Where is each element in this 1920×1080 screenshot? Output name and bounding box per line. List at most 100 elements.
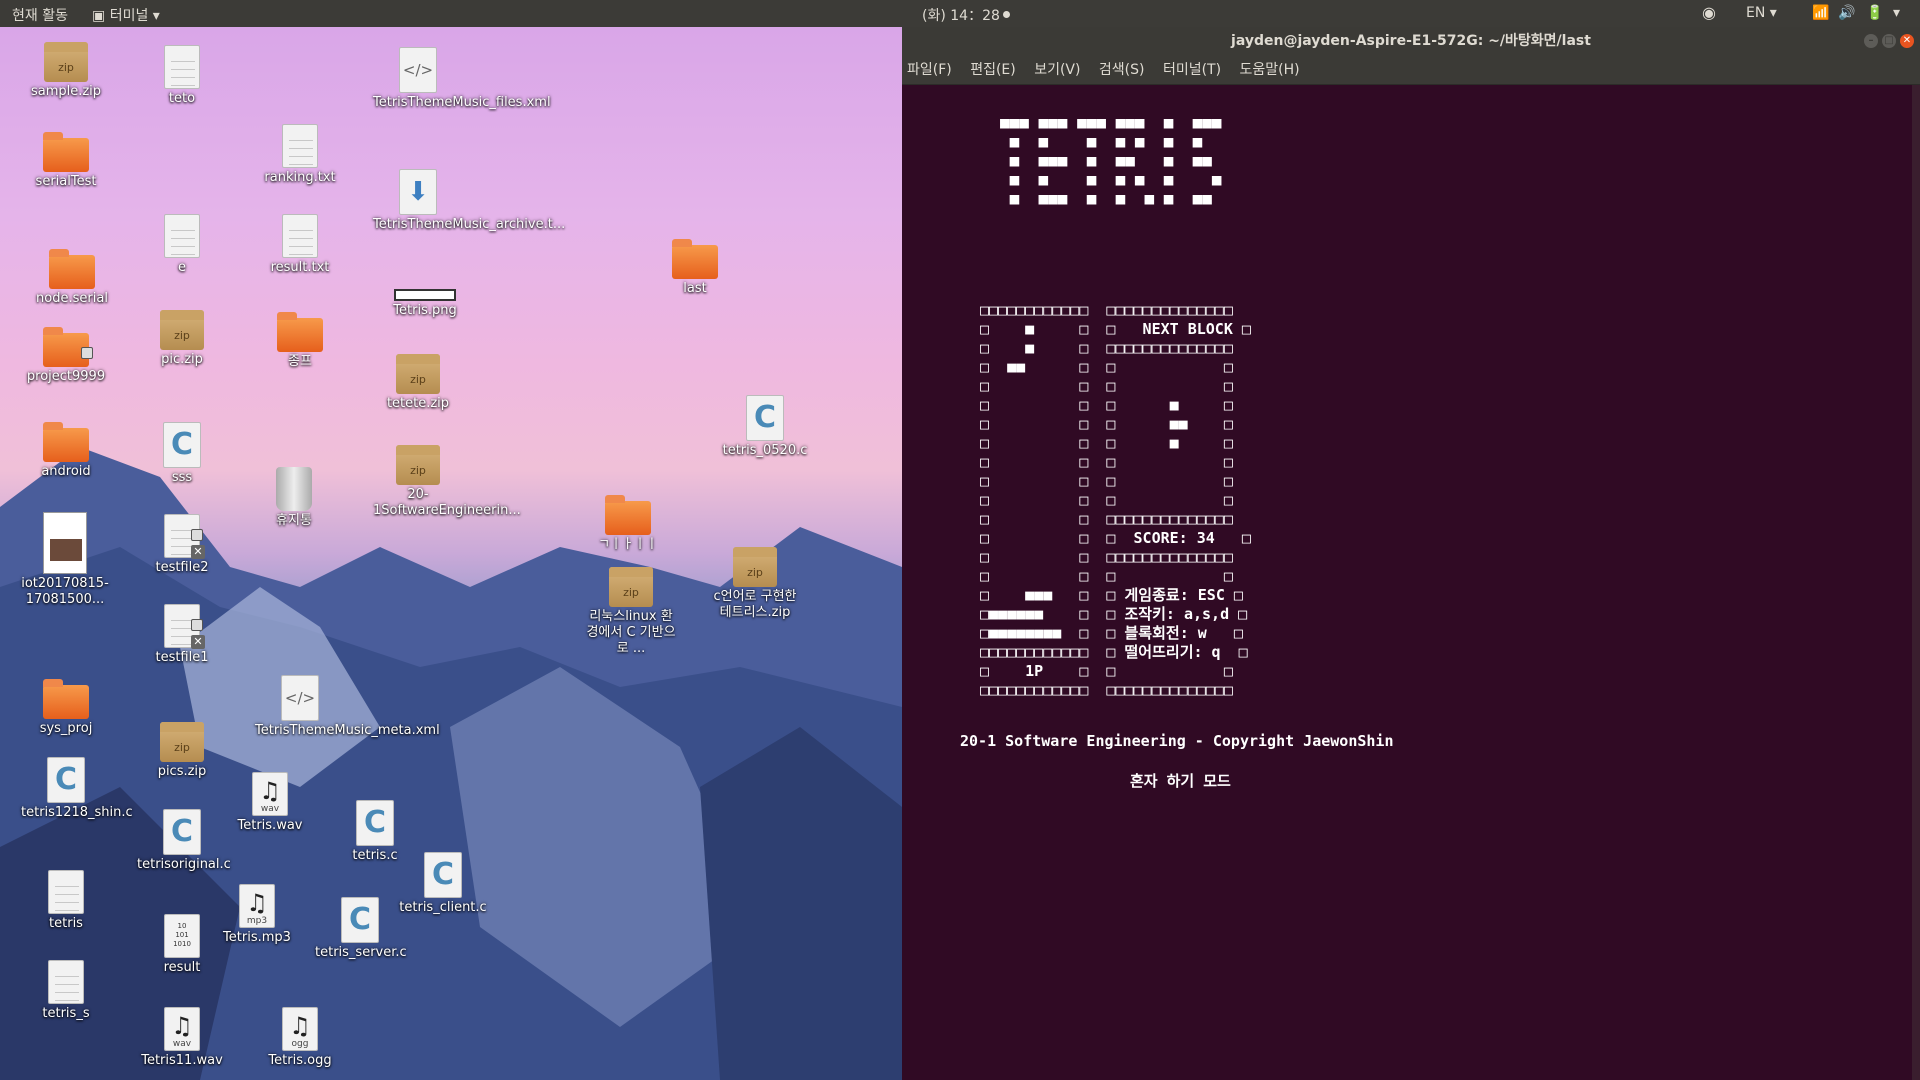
c-source-icon: C [356,800,394,846]
terminal-scrollbar[interactable] [1912,85,1920,1080]
desktop-icon-testfile1[interactable]: ✕ testfile1 [137,604,227,666]
zip-icon: zip [609,567,653,607]
desktop-icon-tetris-server-c[interactable]: Ctetris_server.c [315,897,407,961]
game-screen-row: □ □ □ ■■ □ [980,415,1233,433]
desktop-icon-serialtest[interactable]: serialTest [21,132,111,190]
menu-help[interactable]: 도움말(H) [1240,62,1300,78]
xml-file-icon: </> [281,675,319,721]
folder-icon [43,679,89,719]
folder-icon [605,495,651,535]
audio-file-icon: ♫ ogg [282,1007,318,1051]
c-source-icon: C [163,809,201,855]
desktop-icon-pic-zip[interactable]: zip pic.zip [137,310,227,368]
desktop-icon-teto[interactable]: teto [137,45,227,107]
locked-file-icon: ✕ [164,604,205,649]
desktop-icon-tetris1218-shin-c[interactable]: Ctetris1218_shin.c [21,757,133,821]
desktop-icon-tetris-theme-files-xml[interactable]: </> TetrisThemeMusic_files.xml [373,47,551,111]
desktop-icon-tetris[interactable]: tetris [21,870,111,932]
desktop-icon-node-serial[interactable]: node.serial [27,249,117,307]
close-button[interactable]: ✕ [1900,34,1914,48]
system-menu-chevron-icon[interactable]: ▾ [1893,5,1900,21]
desktop-icon-last[interactable]: last [650,239,740,297]
desktop-icon-20-1-software-zip[interactable]: zip 20-1SoftwareEngineerin... [373,445,521,519]
desktop-icon-trash[interactable]: 휴지통 [249,467,339,529]
locked-folder-icon [43,327,93,367]
zip-icon: zip [733,547,777,587]
folder-icon [277,312,323,352]
terminal-titlebar[interactable]: jayden@jayden-Aspire-E1-572G: ~/바탕화면/las… [902,27,1920,55]
activities-button[interactable]: 현재 활동 [12,5,68,25]
maximize-button[interactable]: □ [1882,34,1896,48]
desktop-icon-tetris-s[interactable]: tetris_s [21,960,111,1022]
language-indicator[interactable]: EN ▾ [1746,5,1777,21]
zip-icon: zip [160,722,204,762]
text-file-icon [48,870,84,914]
desktop-icon-sss[interactable]: Csss [137,422,227,486]
desktop-icon-e[interactable]: e [137,214,227,276]
menu-terminal[interactable]: 터미널(T) [1163,62,1221,78]
folder-icon [43,132,89,172]
game-screen-row: □■■■■■■ □ □ 조작키: a,s,d □ [980,605,1248,623]
obs-tray-icon[interactable]: ◉ [1702,3,1716,22]
desktop-icon-korean-folder[interactable]: ㄱㅣㅏㅣㅣ [583,495,673,553]
desktop-icon-tetris-client-c[interactable]: Ctetris_client.c [398,852,488,916]
game-screen-row: □■■■■■■■■ □ □ 블록회전: w □ [980,624,1243,642]
c-source-icon: C [424,852,462,898]
menu-view[interactable]: 보기(V) [1034,62,1080,78]
broken-link-icon: ✕ [191,635,205,649]
desktop-icon-testfile2[interactable]: ✕ testfile2 [137,514,227,576]
desktop-icon-sys-proj[interactable]: sys_proj [21,679,111,737]
wifi-icon[interactable]: 📶 [1812,5,1829,21]
game-screen-row: □□□□□□□□□□□□ □□□□□□□□□□□□□□ [980,681,1233,699]
xml-file-icon: </> [399,47,437,93]
battery-icon[interactable]: 🔋 [1866,5,1883,21]
desktop: zip sample.zip teto </> TetrisThemeMusic_f… [0,27,902,1080]
desktop-icon-jongpeu[interactable]: 종프 [255,312,345,370]
audio-file-icon: ♫ wav [164,1007,200,1051]
desktop-icon-tetris-png[interactable]: Tetris.png [380,289,470,319]
desktop-icon-ranking-txt[interactable]: ranking.txt [255,124,345,186]
game-screen-row: □ □ □ □ [980,472,1233,490]
desktop-icon-pics-zip[interactable]: zip pics.zip [137,722,227,780]
desktop-icon-sample-zip[interactable]: zip sample.zip [21,42,111,100]
minimize-button[interactable]: – [1864,34,1878,48]
game-screen-row: □ □ □□□□□□□□□□□□□□ [980,510,1233,528]
pdf-file-icon [43,512,87,574]
desktop-icon-linux-c-zip[interactable]: zip 리눅스linux 환경에서 C 기반으로 ... [586,567,676,657]
menu-file[interactable]: 파일(F) [907,62,952,78]
desktop-icon-tetris-0520-c[interactable]: Ctetris_0520.c [720,395,810,459]
menu-edit[interactable]: 편집(E) [970,62,1016,78]
app-menu[interactable]: ▣ 터미널 ▾ [92,5,160,25]
menu-search[interactable]: 검색(S) [1099,62,1145,78]
desktop-icon-project9999[interactable]: project9999 [21,327,111,385]
volume-icon[interactable]: 🔊 [1838,5,1855,21]
clock[interactable]: (화) 14：28 [922,5,1010,25]
folder-icon [49,249,95,289]
desktop-icon-tetris-wav[interactable]: ♫ wav Tetris.wav [225,772,315,834]
desktop-icon-iot-pdf[interactable]: iot20170815-17081500... [20,512,110,608]
desktop-icon-c-tetris-zip[interactable]: zip c언어로 구현한 테트리스.zip [710,547,800,621]
game-screen-row: □ ■ □ □ NEXT BLOCK □ [980,320,1251,338]
tetris-logo-line: ■ ■■■ ■ ■■ ■ ■■ [1000,151,1222,170]
text-file-icon [282,124,318,168]
desktop-icon-tetris-theme-meta-xml[interactable]: </> TetrisThemeMusic_meta.xml [255,675,440,739]
desktop-icon-tetris-theme-archive[interactable]: ⬇ TetrisThemeMusic_archive.t... [373,169,565,233]
desktop-icon-tetete-zip[interactable]: zip tetete.zip [373,354,463,412]
terminal-window[interactable]: jayden@jayden-Aspire-E1-572G: ~/바탕화면/las… [902,27,1920,1080]
desktop-icon-tetris11-wav[interactable]: ♫ wav Tetris11.wav [137,1007,227,1069]
desktop-icon-result[interactable]: 10 101 1010 result [137,914,227,976]
desktop-icon-android[interactable]: android [21,422,111,480]
zip-icon: zip [396,354,440,394]
audio-file-icon: ♫ mp3 [239,884,275,928]
binary-file-icon: 10 101 1010 [164,914,200,958]
game-screen-row: □ □ □ ■ □ [980,396,1233,414]
desktop-icon-tetris-ogg[interactable]: ♫ ogg Tetris.ogg [255,1007,345,1069]
c-source-icon: C [47,757,85,803]
top-panel: 현재 활동 ▣ 터미널 ▾ (화) 14：28 ◉ EN ▾ 📶 🔊 🔋 ▾ [0,0,1920,27]
text-file-icon [48,960,84,1004]
c-source-icon: C [746,395,784,441]
desktop-icon-result-txt[interactable]: result.txt [255,214,345,276]
zip-icon: zip [44,42,88,82]
terminal-output[interactable]: ■■■ ■■■ ■■■ ■■■ ■ ■■■ ■ ■ ■ ■ ■ ■ ■ ■ ■■… [902,85,1920,1080]
desktop-icon-tetrisoriginal-c[interactable]: Ctetrisoriginal.c [137,809,231,873]
